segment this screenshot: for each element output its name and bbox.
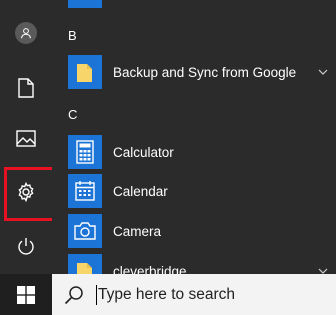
pictures-button[interactable] xyxy=(0,115,52,161)
documents-button[interactable] xyxy=(0,65,52,111)
partial-app-tile[interactable] xyxy=(68,0,102,8)
app-list: B Backup and Sync from Google C Calculat… xyxy=(52,0,336,274)
windows-logo-icon xyxy=(17,285,35,304)
section-letter-b[interactable]: B xyxy=(68,28,77,43)
search-box[interactable]: Type here to search xyxy=(52,274,336,315)
search-placeholder: Type here to search xyxy=(98,286,235,303)
chevron-down-icon[interactable] xyxy=(318,266,328,274)
app-tile-icon xyxy=(74,0,96,2)
calculator-icon xyxy=(68,135,102,169)
app-name: Camera xyxy=(113,223,162,239)
camera-icon xyxy=(68,214,102,248)
app-name: cleverbridge xyxy=(113,263,187,275)
app-name: Backup and Sync from Google xyxy=(113,64,297,80)
app-name: Calendar xyxy=(113,183,168,199)
power-button[interactable] xyxy=(0,223,52,269)
chevron-down-icon[interactable] xyxy=(318,67,328,77)
app-name: Calculator xyxy=(113,144,174,160)
user-account-button[interactable] xyxy=(0,10,52,56)
calendar-icon xyxy=(68,174,102,208)
app-camera[interactable]: Camera xyxy=(52,211,336,251)
pictures-icon xyxy=(16,129,36,147)
text-caret xyxy=(96,285,97,305)
app-cleverbridge[interactable]: cleverbridge xyxy=(52,251,336,274)
app-calendar[interactable]: Calendar xyxy=(52,171,336,211)
folder-icon xyxy=(68,55,102,89)
settings-highlight-box xyxy=(4,167,58,221)
search-icon xyxy=(64,286,83,305)
power-icon xyxy=(18,238,34,255)
document-icon xyxy=(18,78,34,98)
app-calculator[interactable]: Calculator xyxy=(52,132,336,172)
user-icon xyxy=(15,22,37,44)
start-menu-rail xyxy=(0,0,58,274)
taskbar: Type here to search xyxy=(0,274,336,315)
start-button[interactable] xyxy=(0,274,52,315)
app-backup-and-sync[interactable]: Backup and Sync from Google xyxy=(52,52,336,92)
folder-icon xyxy=(68,254,102,274)
section-letter-c[interactable]: C xyxy=(68,107,77,122)
